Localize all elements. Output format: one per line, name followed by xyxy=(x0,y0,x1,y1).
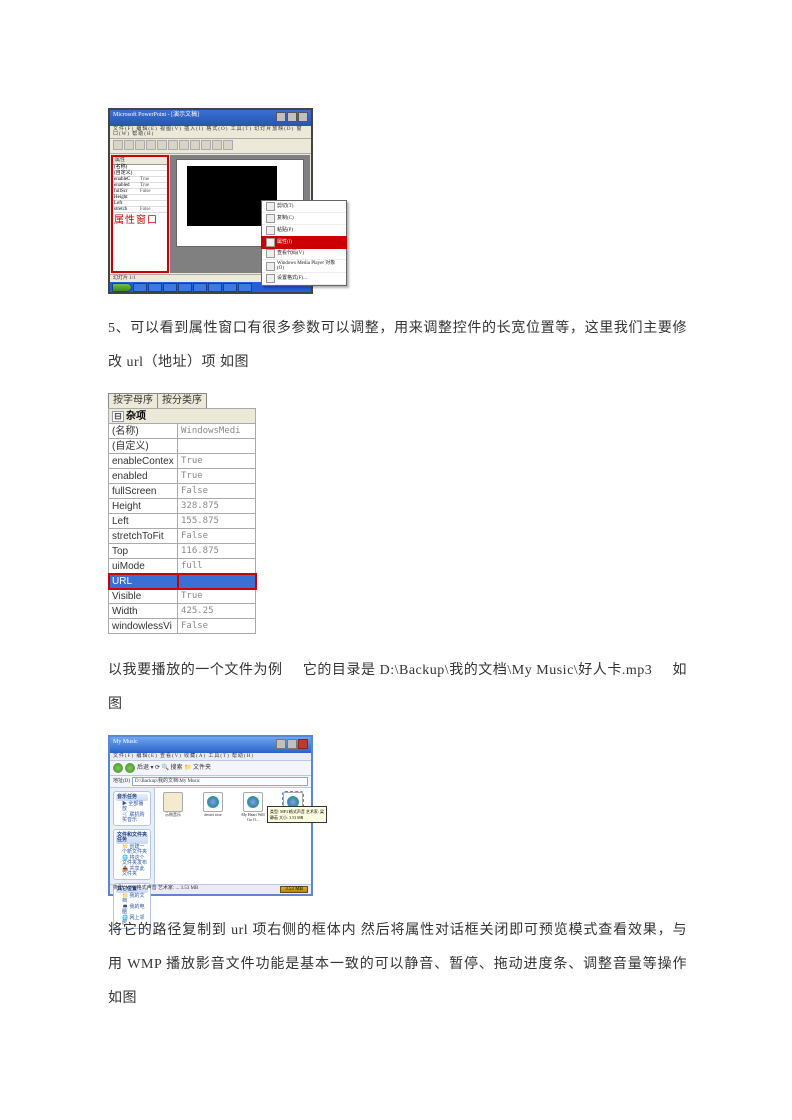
tab-alpha: 按字母序 xyxy=(108,393,158,408)
section-label: 杂项 xyxy=(109,409,256,424)
explorer-titlebar: My Music xyxy=(110,737,311,753)
window-buttons xyxy=(275,112,308,124)
ide-toolbar xyxy=(110,139,311,154)
ide-title-text: Microsoft PowerPoint - [演示文稿] xyxy=(113,112,199,124)
sidebar-group: 文件和文件夹任务📁 创建一个新文件夹🌐 将这个文件夹发布📤 共享此文件夹 xyxy=(113,829,151,880)
file-icon: desert rose xyxy=(199,792,227,823)
propgrid-row: (自定义) xyxy=(109,439,256,454)
addr-label: 地址(D) xyxy=(113,779,130,784)
sidebar-item: ▶ 全部播放 xyxy=(116,801,148,812)
propgrid-row: windowlessViFalse xyxy=(109,619,256,634)
file-label: My Heart Will Go O... xyxy=(239,813,267,823)
explorer-toolbar: 后退 ▾ ⟳ 🔍 搜索 📁 文件夹 xyxy=(110,761,311,776)
screenshot-ide: Microsoft PowerPoint - [演示文稿] 文件(F) 编辑(E… xyxy=(108,108,313,294)
screenshot-propgrid: 按字母序 按分类序 杂项 (名称)WindowsMedi(自定义)enableC… xyxy=(108,393,256,634)
propgrid-row: URL xyxy=(109,574,256,589)
media-icon xyxy=(203,792,223,812)
ctxmenu-item: 查看代码(V) xyxy=(262,248,346,260)
properties-label: 属性窗口 xyxy=(113,213,167,227)
file-icon: 示例音乐 xyxy=(159,792,187,823)
file-label: 示例音乐 xyxy=(165,813,181,818)
propgrid-row: VisibleTrue xyxy=(109,589,256,604)
status-slide: 幻灯片 1/1 xyxy=(113,276,136,281)
propgrid-row: stretchToFitFalse xyxy=(109,529,256,544)
status-size: 3.53 MB xyxy=(280,886,308,893)
paragraph-1: 5、可以看到属性窗口有很多参数可以调整，用来调整控件的长宽位置等，这里我们主要修… xyxy=(108,312,687,379)
toolbar-text: 后退 ▾ ⟳ 🔍 搜索 📁 文件夹 xyxy=(137,765,211,771)
propgrid-tabs: 按字母序 按分类序 xyxy=(108,393,256,408)
file-tooltip: 类型: MP3 格式声音 艺术家: 梁静茹 大小: 3.53 MB xyxy=(267,806,327,822)
sidebar-item: 🛒 联机购买音乐 xyxy=(116,812,148,823)
folder-icon xyxy=(163,792,183,812)
propgrid-row: Left155.875 xyxy=(109,514,256,529)
file-icon: My Heart Will Go O... xyxy=(239,792,267,823)
propgrid-row: fullScreenFalse xyxy=(109,484,256,499)
explorer-menubar: 文件(F) 编辑(E) 查看(V) 收藏(A) 工具(T) 帮助(H) xyxy=(110,753,311,761)
sidebar-group-head: 音乐任务 xyxy=(116,794,148,801)
propgrid-row: Width425.25 xyxy=(109,604,256,619)
propgrid-table: 杂项 (名称)WindowsMedi(自定义)enableContexTruee… xyxy=(108,408,256,634)
sidebar-item: 📁 我的文档 xyxy=(116,893,148,904)
propgrid-section: 杂项 xyxy=(109,409,256,424)
context-menu: 剪切(T)复制(C)粘贴(P)属性(I)查看代码(V)Windows Media… xyxy=(261,200,347,286)
para2-a: 以我要播放的一个文件为例 xyxy=(108,663,283,678)
addr-field: D:\Backup\我的文档\My Music xyxy=(132,777,308,786)
explorer-sidebar: 音乐任务▶ 全部播放🛒 联机购买音乐文件和文件夹任务📁 创建一个新文件夹🌐 将这… xyxy=(110,788,155,884)
explorer-main: 示例音乐 desert rose My Heart Will Go O... 好… xyxy=(155,788,311,884)
propgrid-row: Height328.875 xyxy=(109,499,256,514)
taskbar-item xyxy=(223,283,237,292)
ide-menubar: 文件(F) 编辑(E) 视图(V) 插入(I) 格式(O) 工具(T) 幻灯片放… xyxy=(110,126,311,139)
start-button xyxy=(112,283,132,292)
ctxmenu-item: 复制(C) xyxy=(262,213,346,225)
properties-panel: 属性 (名称)(自定义)enableCTrueenabledTruefullSc… xyxy=(111,155,169,273)
propgrid-row: (名称)WindowsMedi xyxy=(109,424,256,439)
ctxmenu-item: 设置格式(F)... xyxy=(262,273,346,285)
explorer-body: 音乐任务▶ 全部播放🛒 联机购买音乐文件和文件夹任务📁 创建一个新文件夹🌐 将这… xyxy=(110,788,311,884)
properties-header: 属性 xyxy=(113,157,167,165)
explorer-title: My Music xyxy=(113,739,138,751)
sidebar-group-head: 文件和文件夹任务 xyxy=(116,832,148,844)
ide-body: 属性 (名称)(自定义)enableCTrueenabledTruefullSc… xyxy=(110,154,311,274)
sidebar-item: 📤 共享此文件夹 xyxy=(116,866,148,877)
ide-canvas-area: 剪切(T)复制(C)粘贴(P)属性(I)查看代码(V)Windows Media… xyxy=(170,155,310,273)
ctxmenu-item: 剪切(T) xyxy=(262,201,346,213)
taskbar-item xyxy=(193,283,207,292)
taskbar-item xyxy=(178,283,192,292)
status-text: 类型: MP3 格式声音 艺术家: ... 3.53 MB xyxy=(113,886,198,893)
paragraph-3: 将它的路径复制到 url 项右侧的框体内 然后将属性对话框关闭即可预览模式查看效… xyxy=(108,914,687,1015)
slide: 剪切(T)复制(C)粘贴(P)属性(I)查看代码(V)Windows Media… xyxy=(176,159,304,247)
propgrid-row: Top116.875 xyxy=(109,544,256,559)
file-label: desert rose xyxy=(204,813,221,818)
taskbar-item xyxy=(208,283,222,292)
explorer-statusbar: 类型: MP3 格式声音 艺术家: ... 3.53 MB 3.53 MB xyxy=(110,884,311,894)
taskbar-item xyxy=(148,283,162,292)
media-icon xyxy=(243,792,263,812)
sidebar-group: 音乐任务▶ 全部播放🛒 联机购买音乐 xyxy=(113,791,151,826)
back-icon xyxy=(113,763,123,773)
taskbar-item xyxy=(133,283,147,292)
paragraph-2: 以我要播放的一个文件为例 它的目录是 D:\Backup\我的文档\My Mus… xyxy=(108,654,687,721)
para2-b: 它的目录是 D:\Backup\我的文档\My Music\好人卡.mp3 xyxy=(303,663,652,678)
propgrid-row: uiModefull xyxy=(109,559,256,574)
tab-category: 按分类序 xyxy=(157,393,207,408)
ide-titlebar: Microsoft PowerPoint - [演示文稿] xyxy=(110,110,311,126)
ctxmenu-item: Windows Media Player 对象(O) xyxy=(262,260,346,273)
explorer-addressbar: 地址(D) D:\Backup\我的文档\My Music xyxy=(110,776,311,788)
propgrid-row: enableContexTrue xyxy=(109,454,256,469)
sidebar-item: 🌐 将这个文件夹发布 xyxy=(116,855,148,866)
screenshot-explorer: My Music 文件(F) 编辑(E) 查看(V) 收藏(A) 工具(T) 帮… xyxy=(108,735,313,896)
taskbar-item xyxy=(163,283,177,292)
taskbar-item xyxy=(238,283,252,292)
sidebar-item: 📁 创建一个新文件夹 xyxy=(116,844,148,855)
forward-icon xyxy=(125,763,135,773)
propgrid-row: enabledTrue xyxy=(109,469,256,484)
ide-window: Microsoft PowerPoint - [演示文稿] 文件(F) 编辑(E… xyxy=(108,108,313,294)
window-buttons xyxy=(275,739,308,751)
